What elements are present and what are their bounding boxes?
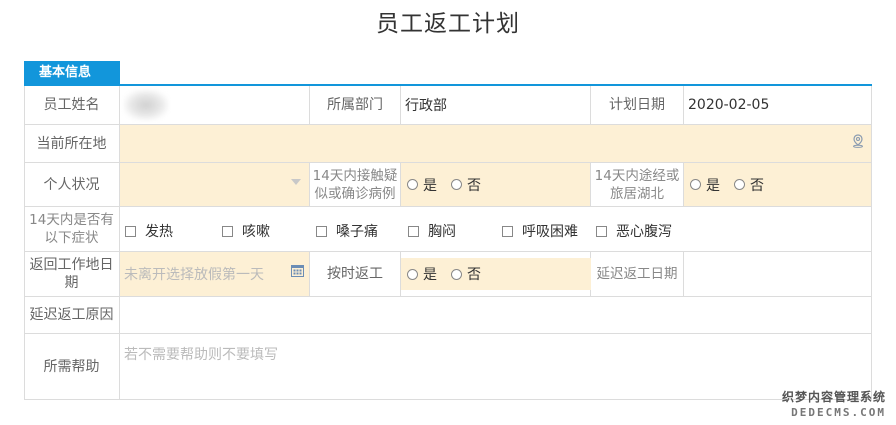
symptom-chest-tightness[interactable]: 胸闷 xyxy=(408,221,456,241)
radio-circle-icon[interactable] xyxy=(690,179,701,190)
plan-date-label: 计划日期 xyxy=(591,86,684,125)
calendar-icon[interactable] xyxy=(291,264,304,277)
checkbox-icon[interactable] xyxy=(408,225,419,237)
symptom-sore-throat[interactable]: 嗓子痛 xyxy=(316,221,378,241)
employee-name-label: 员工姓名 xyxy=(24,86,120,125)
page-title: 员工返工计划 xyxy=(376,11,520,37)
redacted-name xyxy=(124,90,168,120)
radio-circle-icon[interactable] xyxy=(451,179,462,190)
radio-circle-icon[interactable] xyxy=(734,179,745,190)
hubei-travel-label: 14天内途经或旅居湖北 xyxy=(591,163,684,207)
hubei-travel-yes[interactable]: 是 xyxy=(690,175,720,195)
current-location-label: 当前所在地 xyxy=(24,125,120,163)
on-time-return-label: 按时返工 xyxy=(310,252,401,297)
contact-case-yes[interactable]: 是 xyxy=(407,175,437,195)
delay-date-input[interactable] xyxy=(684,252,872,297)
on-time-return-no[interactable]: 否 xyxy=(451,264,481,284)
watermark-line1: 织梦内容管理系统 xyxy=(781,390,886,404)
contact-case-no[interactable]: 否 xyxy=(451,175,481,195)
radio-circle-icon[interactable] xyxy=(407,179,418,190)
employee-name-field[interactable] xyxy=(120,86,310,125)
contact-case-label: 14天内接触疑似或确诊病例 xyxy=(310,163,401,207)
checkbox-icon[interactable] xyxy=(316,225,327,237)
contact-case-radio-group: 是 否 xyxy=(401,163,591,207)
return-work-date-input[interactable]: 未离开选择放假第一天 xyxy=(120,252,310,297)
watermark-line2: DEDECMS.COM xyxy=(791,406,886,419)
help-needed-placeholder: 若不需要帮助则不要填写 xyxy=(124,347,278,363)
map-pin-icon[interactable] xyxy=(851,134,865,148)
watermark: 织梦内容管理系统 DEDECMS.COM xyxy=(782,390,886,420)
symptom-breathing-difficulty[interactable]: 呼吸困难 xyxy=(502,221,578,241)
hubei-travel-radio-group: 是 否 xyxy=(684,163,872,207)
symptoms-checkbox-group: 发热 咳嗽 嗓子痛 胸闷 呼吸困难 恶心腹泻 xyxy=(120,207,872,252)
radio-circle-icon[interactable] xyxy=(407,268,418,280)
chevron-down-icon[interactable] xyxy=(291,179,301,185)
personal-status-label: 个人状况 xyxy=(24,163,120,207)
on-time-return-radio-group: 是 否 xyxy=(401,252,591,297)
symptom-fever[interactable]: 发热 xyxy=(125,221,173,241)
symptoms-label: 14天内是否有以下症状 xyxy=(24,207,120,252)
symptom-cough[interactable]: 咳嗽 xyxy=(222,221,270,241)
department-field[interactable]: 行政部 xyxy=(401,86,591,125)
radio-circle-icon[interactable] xyxy=(451,268,462,280)
section-tab-basic-info[interactable]: 基本信息 xyxy=(24,61,120,85)
department-label: 所属部门 xyxy=(310,86,401,125)
delay-date-label: 延迟返工日期 xyxy=(591,252,684,297)
symptom-nausea-diarrhea[interactable]: 恶心腹泻 xyxy=(596,221,672,241)
checkbox-icon[interactable] xyxy=(502,225,513,237)
current-location-input[interactable] xyxy=(120,125,872,163)
delay-reason-input[interactable] xyxy=(120,297,872,334)
plan-date-field[interactable]: 2020-02-05 xyxy=(684,86,872,125)
checkbox-icon[interactable] xyxy=(125,225,136,237)
help-needed-label: 所需帮助 xyxy=(24,334,120,400)
checkbox-icon[interactable] xyxy=(222,225,233,237)
checkbox-icon[interactable] xyxy=(596,225,607,237)
return-work-date-placeholder: 未离开选择放假第一天 xyxy=(124,267,264,283)
on-time-return-yes[interactable]: 是 xyxy=(407,264,437,284)
delay-reason-label: 延迟返工原因 xyxy=(24,297,120,334)
help-needed-textarea[interactable]: 若不需要帮助则不要填写 xyxy=(120,334,872,400)
personal-status-select[interactable] xyxy=(120,163,310,207)
hubei-travel-no[interactable]: 否 xyxy=(734,175,764,195)
return-work-date-label: 返回工作地日期 xyxy=(24,252,120,297)
